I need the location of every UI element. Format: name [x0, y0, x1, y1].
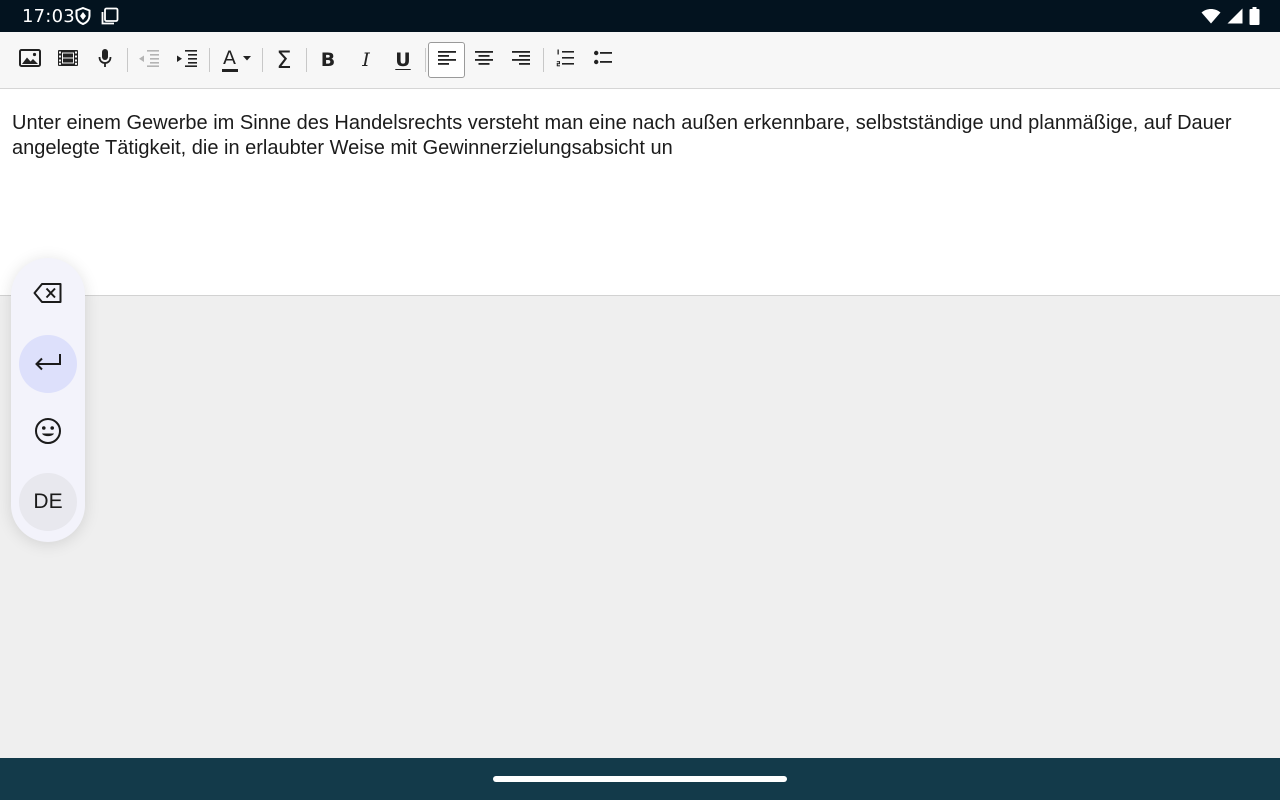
align-left-icon [437, 50, 456, 71]
bold-button[interactable]: B [310, 42, 346, 78]
decrease-indent-button[interactable] [131, 42, 167, 78]
status-right-icons [1201, 7, 1260, 25]
insert-image-button[interactable] [12, 42, 48, 78]
bullet-list-button[interactable] [585, 42, 621, 78]
emoji-icon [34, 417, 62, 450]
indent-icon [176, 49, 198, 72]
editor-content[interactable]: Unter einem Gewerbe im Sinne des Handels… [12, 111, 1262, 161]
sigma-icon: Σ [276, 46, 292, 74]
toolbar-separator [209, 48, 210, 72]
backspace-icon [33, 282, 63, 309]
backspace-button[interactable] [19, 266, 77, 324]
numbered-list-icon [556, 49, 574, 72]
increase-indent-button[interactable] [169, 42, 205, 78]
status-time: 17:03 [22, 6, 75, 27]
language-switch-button[interactable]: DE [19, 473, 77, 531]
language-label: DE [33, 490, 63, 513]
enter-button[interactable] [19, 335, 77, 393]
enter-arrow-icon [34, 353, 62, 376]
editor-toolbar: A Σ B I U [0, 32, 1280, 89]
home-gesture-handle[interactable] [493, 776, 787, 782]
shield-icon [75, 7, 91, 25]
italic-icon: I [362, 49, 370, 71]
italic-button[interactable]: I [348, 42, 384, 78]
outdent-icon [138, 49, 160, 72]
battery-icon [1249, 7, 1260, 25]
record-audio-button[interactable] [87, 42, 123, 78]
film-icon [57, 49, 79, 72]
screen-icon [101, 7, 119, 25]
bold-icon: B [320, 49, 336, 71]
status-bar: 17:03 [0, 0, 1280, 32]
emoji-button[interactable] [19, 404, 77, 462]
formula-button[interactable]: Σ [266, 42, 302, 78]
underline-button[interactable]: U [385, 42, 421, 78]
rich-text-editor[interactable]: Unter einem Gewerbe im Sinne des Handels… [0, 89, 1280, 296]
toolbar-separator [262, 48, 263, 72]
align-right-button[interactable] [503, 42, 539, 78]
floating-keyboard-panel: DE [11, 258, 85, 542]
text-color-button[interactable]: A [213, 42, 257, 78]
bullet-list-icon [594, 50, 612, 71]
microphone-icon [98, 48, 112, 73]
wifi-icon [1201, 8, 1221, 24]
align-right-icon [512, 50, 530, 71]
insert-video-button[interactable] [50, 42, 86, 78]
toolbar-separator [425, 48, 426, 72]
underline-icon: U [395, 49, 411, 71]
align-center-icon [475, 50, 493, 71]
cell-signal-icon [1227, 8, 1243, 24]
toolbar-separator [127, 48, 128, 72]
align-left-button[interactable] [428, 42, 465, 78]
toolbar-separator [543, 48, 544, 72]
navigation-bar [0, 758, 1280, 800]
text-color-icon: A [217, 47, 253, 73]
align-center-button[interactable] [466, 42, 502, 78]
status-left-icons [75, 7, 119, 25]
image-icon [19, 48, 41, 72]
toolbar-separator [306, 48, 307, 72]
numbered-list-button[interactable] [547, 42, 583, 78]
